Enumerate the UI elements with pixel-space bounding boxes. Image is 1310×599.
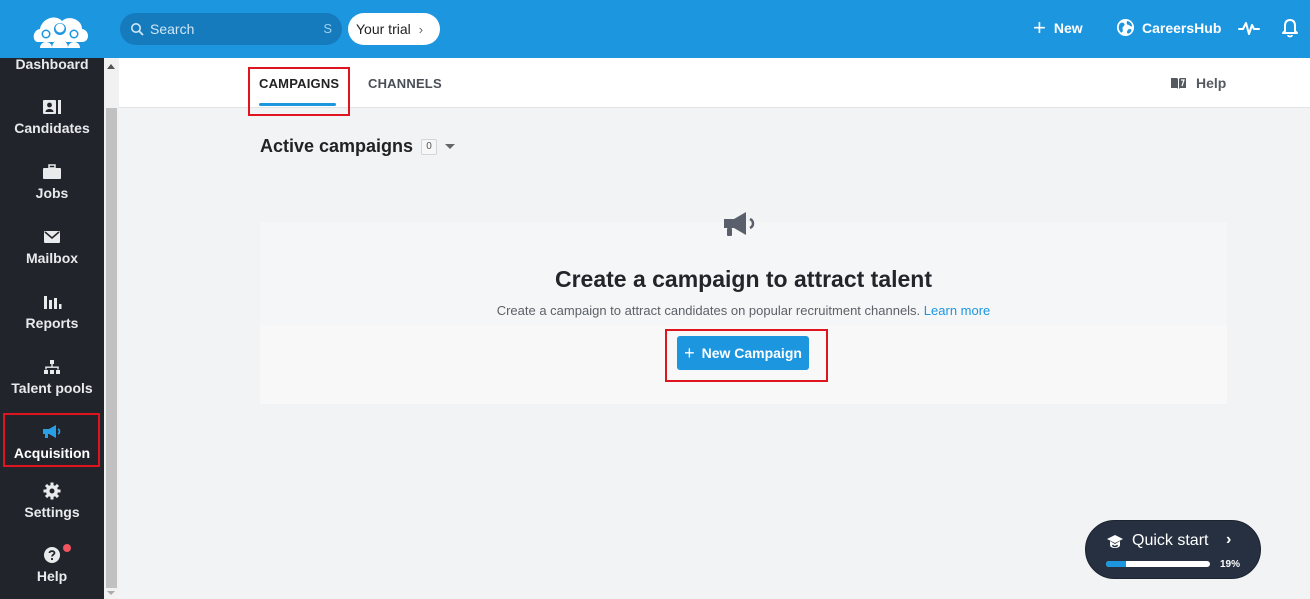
- sidebar-item-dashboard[interactable]: Dashboard: [0, 56, 104, 72]
- briefcase-icon: [42, 163, 62, 181]
- help-link[interactable]: Help: [1170, 75, 1226, 91]
- scroll-up-arrow-icon[interactable]: [107, 64, 115, 69]
- new-label: New: [1053, 20, 1083, 36]
- trial-label: Your trial: [356, 21, 411, 37]
- chevron-right-icon: ›: [1226, 531, 1232, 548]
- search-shortcut-hint: S: [323, 21, 332, 36]
- bar-chart-icon: [42, 293, 62, 311]
- sidebar-item-label: Jobs: [35, 185, 69, 201]
- top-bar: Search S Your trial › + New CareersHub: [0, 0, 1310, 58]
- team-cloud-logo-icon[interactable]: [30, 12, 90, 48]
- sidebar-item-acquisition[interactable]: Acquisition: [0, 413, 104, 467]
- sidebar-item-label: Candidates: [14, 120, 90, 136]
- sidebar-item-label: Mailbox: [25, 250, 79, 266]
- notification-dot: [63, 544, 71, 552]
- empty-state-description: Create a campaign to attract candidates …: [260, 303, 1227, 318]
- search-placeholder: Search: [150, 21, 195, 37]
- plus-icon: +: [1033, 15, 1046, 40]
- sidebar-nav: Dashboard Candidates Jobs Mailbox Report…: [0, 56, 104, 599]
- sidebar-item-mailbox[interactable]: Mailbox: [0, 228, 104, 266]
- book-icon: [1171, 78, 1186, 89]
- megaphone-icon: [722, 210, 762, 245]
- quick-start-widget[interactable]: Quick start › 19%: [1085, 520, 1261, 579]
- envelope-icon: [43, 228, 61, 246]
- hierarchy-icon: [43, 358, 61, 376]
- section-title: Active campaigns: [260, 136, 414, 156]
- count-badge: 0: [421, 138, 438, 155]
- sidebar-scrollbar[interactable]: [104, 58, 119, 599]
- sidebar-item-label: Settings: [24, 504, 80, 520]
- careershub-label: CareersHub: [1142, 19, 1222, 36]
- careershub-button[interactable]: CareersHub: [1116, 18, 1221, 37]
- new-button[interactable]: + New: [1033, 15, 1083, 40]
- sidebar-item-label: Dashboard: [15, 56, 89, 72]
- empty-state-text: Create a campaign to attract candidates …: [496, 303, 921, 318]
- quick-start-progress-bar: [1106, 561, 1210, 567]
- sidebar-item-label: Talent pools: [11, 380, 93, 396]
- your-trial-button[interactable]: Your trial ›: [348, 13, 440, 45]
- scrollbar-thumb[interactable]: [106, 108, 117, 588]
- tab-channels[interactable]: CHANNELS: [368, 76, 442, 91]
- chevron-right-icon: ›: [418, 21, 424, 37]
- sidebar-item-talent-pools[interactable]: Talent pools: [0, 358, 104, 396]
- question-circle-icon: [43, 546, 61, 564]
- caret-down-icon: [445, 144, 456, 149]
- learn-more-link[interactable]: Learn more: [924, 303, 990, 318]
- sidebar-item-label: Help: [36, 568, 68, 584]
- sidebar-item-settings[interactable]: Settings: [0, 482, 104, 520]
- sidebar-item-label: Reports: [25, 315, 79, 331]
- quick-start-progress-fill: [1106, 561, 1126, 567]
- graduation-cap-icon: [1106, 533, 1124, 556]
- highlight-box: [3, 413, 100, 467]
- sidebar-item-help[interactable]: Help: [0, 544, 104, 584]
- bell-icon[interactable]: [1281, 18, 1299, 43]
- search-icon: [131, 23, 144, 36]
- sidebar-item-reports[interactable]: Reports: [0, 293, 104, 331]
- active-campaigns-filter[interactable]: Active campaigns 0: [260, 136, 456, 157]
- empty-state-title: Create a campaign to attract talent: [554, 266, 933, 292]
- sidebar-item-jobs[interactable]: Jobs: [0, 163, 104, 201]
- activity-pulse-icon[interactable]: [1238, 19, 1260, 42]
- quick-start-label: Quick start: [1132, 532, 1209, 549]
- scroll-down-arrow-icon[interactable]: [107, 591, 115, 595]
- help-label: Help: [1196, 75, 1227, 91]
- globe-icon: [1116, 18, 1135, 37]
- quick-start-progress-text: 19%: [1220, 559, 1241, 570]
- gear-icon: [43, 482, 61, 500]
- sidebar-item-candidates[interactable]: Candidates: [0, 98, 104, 136]
- highlight-box: [665, 329, 828, 382]
- search-input[interactable]: Search S: [120, 13, 342, 45]
- id-card-icon: [42, 98, 62, 116]
- highlight-box: [248, 67, 350, 116]
